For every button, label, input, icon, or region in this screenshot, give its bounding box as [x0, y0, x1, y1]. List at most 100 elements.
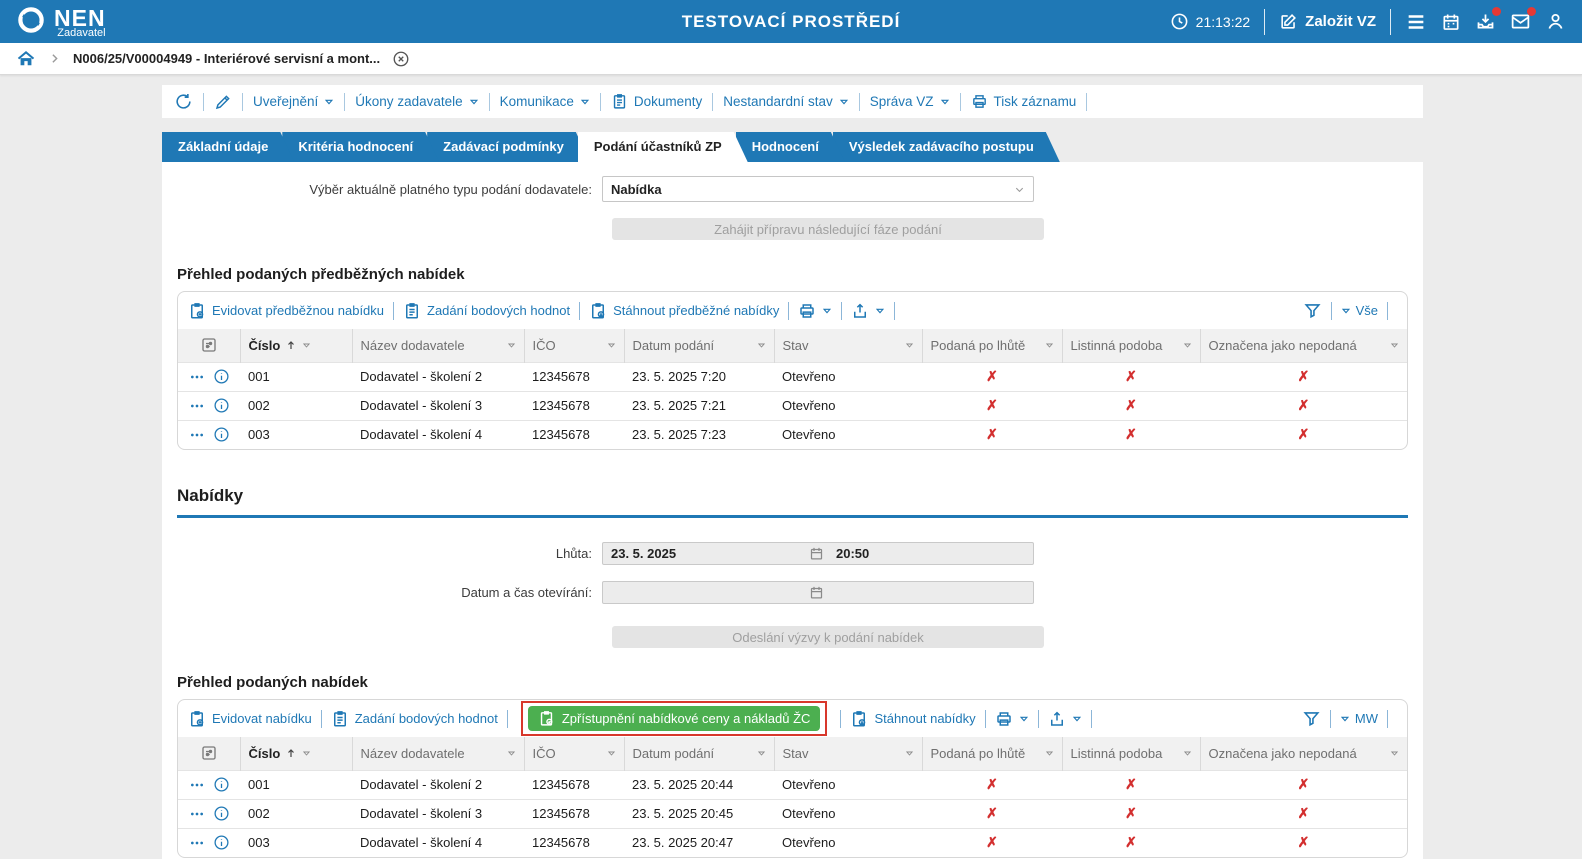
- tab-evaluation[interactable]: Hodnocení: [736, 132, 845, 162]
- row-info-icon[interactable]: [213, 368, 230, 385]
- download-offers-button[interactable]: Stáhnout nabídky: [850, 710, 975, 728]
- column-header-status[interactable]: Stav: [774, 329, 922, 362]
- row-menu-icon[interactable]: [189, 777, 205, 793]
- column-header-supplier[interactable]: Název dodavatele: [352, 737, 524, 770]
- menu-publish[interactable]: Uveřejnění: [253, 94, 334, 109]
- tab-basic-info[interactable]: Základní údaje: [162, 132, 294, 162]
- row-info-icon[interactable]: [213, 834, 230, 851]
- column-header-ico[interactable]: IČO: [524, 329, 624, 362]
- create-vz-button[interactable]: Založit VZ: [1279, 12, 1376, 31]
- row-info-icon[interactable]: [213, 426, 230, 443]
- filter-dropdown-icon[interactable]: [507, 749, 516, 758]
- cell-ico: 12345678: [524, 362, 624, 391]
- filter-dropdown-icon[interactable]: [1183, 341, 1192, 350]
- column-header-late[interactable]: Podaná po lhůtě: [922, 737, 1062, 770]
- filter-icon[interactable]: [1303, 301, 1322, 320]
- start-next-phase-button[interactable]: Zahájit přípravu následující fáze podání: [612, 218, 1044, 240]
- column-header-date[interactable]: Datum podání: [624, 737, 774, 770]
- toolbar-divider: [960, 93, 961, 111]
- breadcrumb-item[interactable]: N006/25/V00004949 - Interiérové servisní…: [73, 51, 380, 66]
- filter-dropdown-icon[interactable]: [507, 341, 516, 350]
- filter-dropdown-icon[interactable]: [905, 341, 914, 350]
- column-header-supplier[interactable]: Název dodavatele: [352, 329, 524, 362]
- user-profile-button[interactable]: [1545, 11, 1566, 32]
- column-label: Listinná podoba: [1071, 746, 1178, 761]
- filter-dropdown-icon[interactable]: [757, 341, 766, 350]
- column-header-status[interactable]: Stav: [774, 737, 922, 770]
- column-header-paper[interactable]: Listinná podoba: [1062, 737, 1200, 770]
- filter-dropdown-icon[interactable]: [905, 749, 914, 758]
- column-header-paper[interactable]: Listinná podoba: [1062, 329, 1200, 362]
- download-prelim-offers-button[interactable]: Stáhnout předběžné nabídky: [589, 302, 779, 320]
- tab-evaluation-criteria[interactable]: Kritéria hodnocení: [282, 132, 439, 162]
- chevron-down-icon: [940, 97, 950, 107]
- column-settings-header[interactable]: [178, 737, 240, 770]
- column-header-date[interactable]: Datum podání: [624, 329, 774, 362]
- filter-dropdown-icon[interactable]: [1045, 749, 1054, 758]
- close-tab-icon[interactable]: [392, 50, 410, 68]
- filter-dropdown-icon[interactable]: [1390, 749, 1399, 758]
- enter-points-button[interactable]: Zadání bodových hodnot: [403, 302, 570, 320]
- column-header-number[interactable]: Číslo: [240, 329, 352, 362]
- submission-type-select[interactable]: Nabídka: [602, 176, 1034, 202]
- row-menu-icon[interactable]: [189, 427, 205, 443]
- export-table-button[interactable]: [1048, 710, 1082, 728]
- opening-datetime-field[interactable]: [602, 581, 1034, 604]
- enter-points-label: Zadání bodových hodnot: [427, 303, 570, 318]
- menu-print-record[interactable]: Tisk záznamu: [971, 93, 1077, 110]
- column-header-late[interactable]: Podaná po lhůtě: [922, 329, 1062, 362]
- nen-logo[interactable]: NEN Zadavatel: [16, 5, 106, 39]
- filter-dropdown-icon[interactable]: [757, 749, 766, 758]
- column-header-number[interactable]: Číslo: [240, 737, 352, 770]
- filter-dropdown-icon[interactable]: [302, 749, 311, 758]
- row-menu-icon[interactable]: [189, 835, 205, 851]
- messages-button[interactable]: [1510, 11, 1531, 32]
- column-header-not-submitted[interactable]: Označena jako nepodaná: [1200, 737, 1407, 770]
- deadline-field[interactable]: 23. 5. 2025 20:50: [602, 542, 1034, 565]
- register-offer-button[interactable]: Evidovat nabídku: [188, 710, 312, 728]
- print-table-button[interactable]: [995, 710, 1029, 728]
- view-scope-selector[interactable]: Vše: [1356, 303, 1378, 318]
- column-header-not-submitted[interactable]: Označena jako nepodaná: [1200, 329, 1407, 362]
- row-menu-icon[interactable]: [189, 806, 205, 822]
- print-table-button[interactable]: [798, 302, 832, 320]
- inbox-downloads-button[interactable]: [1475, 11, 1496, 32]
- row-menu-icon[interactable]: [189, 369, 205, 385]
- row-info-icon[interactable]: [213, 397, 230, 414]
- tab-participant-submissions[interactable]: Podání účastníků ZP: [578, 132, 748, 162]
- column-label: Číslo: [249, 746, 281, 761]
- chevron-down-icon[interactable]: [1341, 306, 1351, 316]
- column-header-ico[interactable]: IČO: [524, 737, 624, 770]
- filter-dropdown-icon[interactable]: [1183, 749, 1192, 758]
- filter-dropdown-icon[interactable]: [302, 341, 311, 350]
- compose-icon: [1279, 12, 1298, 31]
- edit-pencil-icon[interactable]: [214, 93, 232, 111]
- history-icon[interactable]: [174, 92, 193, 111]
- export-table-button[interactable]: [851, 302, 885, 320]
- unlock-prices-button[interactable]: Zpřístupnění nabídkové ceny a nákladů ŽC: [528, 706, 821, 731]
- view-scope-selector[interactable]: MW: [1355, 711, 1378, 726]
- send-invitation-button[interactable]: Odeslání výzvy k podání nabídek: [612, 626, 1044, 648]
- register-prelim-offer-button[interactable]: Evidovat předběžnou nabídku: [188, 302, 384, 320]
- menu-vz-admin[interactable]: Správa VZ: [870, 94, 950, 109]
- menu-communication[interactable]: Komunikace: [500, 94, 590, 109]
- filter-dropdown-icon[interactable]: [1045, 341, 1054, 350]
- filter-dropdown-icon[interactable]: [1390, 341, 1399, 350]
- chevron-down-icon[interactable]: [1340, 714, 1350, 724]
- calendar-button[interactable]: [1441, 12, 1461, 32]
- filter-dropdown-icon[interactable]: [607, 749, 616, 758]
- filter-dropdown-icon[interactable]: [607, 341, 616, 350]
- column-settings-header[interactable]: [178, 329, 240, 362]
- enter-points-button[interactable]: Zadání bodových hodnot: [331, 710, 498, 728]
- menu-nonstandard-state[interactable]: Nestandardní stav: [723, 94, 849, 109]
- menu-contracting-acts[interactable]: Úkony zadavatele: [355, 94, 478, 109]
- row-menu-icon[interactable]: [189, 398, 205, 414]
- tab-procedure-result[interactable]: Výsledek zadávacího postupu: [833, 132, 1060, 162]
- menu-button[interactable]: [1405, 11, 1427, 33]
- menu-documents[interactable]: Dokumenty: [611, 93, 702, 110]
- row-info-icon[interactable]: [213, 805, 230, 822]
- filter-icon[interactable]: [1302, 709, 1321, 728]
- tab-tender-conditions[interactable]: Zadávací podmínky: [427, 132, 590, 162]
- row-info-icon[interactable]: [213, 776, 230, 793]
- home-icon[interactable]: [16, 49, 36, 69]
